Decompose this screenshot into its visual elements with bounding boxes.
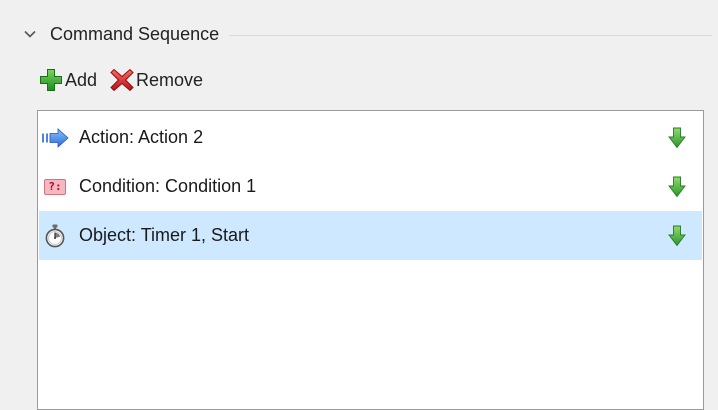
add-button[interactable]: Add [38, 67, 99, 93]
x-icon [109, 67, 135, 93]
command-list[interactable]: Action: Action 2 ?: Condition: Condition… [37, 110, 704, 410]
item-label: Action: Action 2 [79, 127, 204, 147]
command-toolbar: Add Remove [38, 64, 205, 96]
list-item[interactable]: Object: Timer 1, Start [39, 211, 702, 260]
move-down-icon[interactable] [666, 126, 688, 150]
item-label: Condition: Condition 1 [79, 176, 257, 196]
plus-icon [38, 67, 64, 93]
condition-icon: ?: [41, 175, 69, 199]
list-item[interactable]: Action: Action 2 [39, 113, 702, 162]
add-label: Add [65, 69, 98, 90]
item-label: Object: Timer 1, Start [79, 225, 250, 245]
remove-label: Remove [136, 69, 204, 90]
command-sequence-header[interactable]: Command Sequence [22, 20, 712, 48]
action-arrow-icon [41, 126, 69, 150]
move-down-icon[interactable] [666, 224, 688, 248]
list-item[interactable]: ?: Condition: Condition 1 [39, 162, 702, 211]
condition-badge: ?: [44, 178, 66, 195]
stopwatch-icon [41, 224, 69, 248]
remove-button[interactable]: Remove [109, 67, 205, 93]
move-down-icon[interactable] [666, 175, 688, 199]
chevron-down-icon[interactable] [22, 26, 38, 42]
section-title: Command Sequence [50, 23, 220, 44]
section-divider [229, 35, 712, 36]
